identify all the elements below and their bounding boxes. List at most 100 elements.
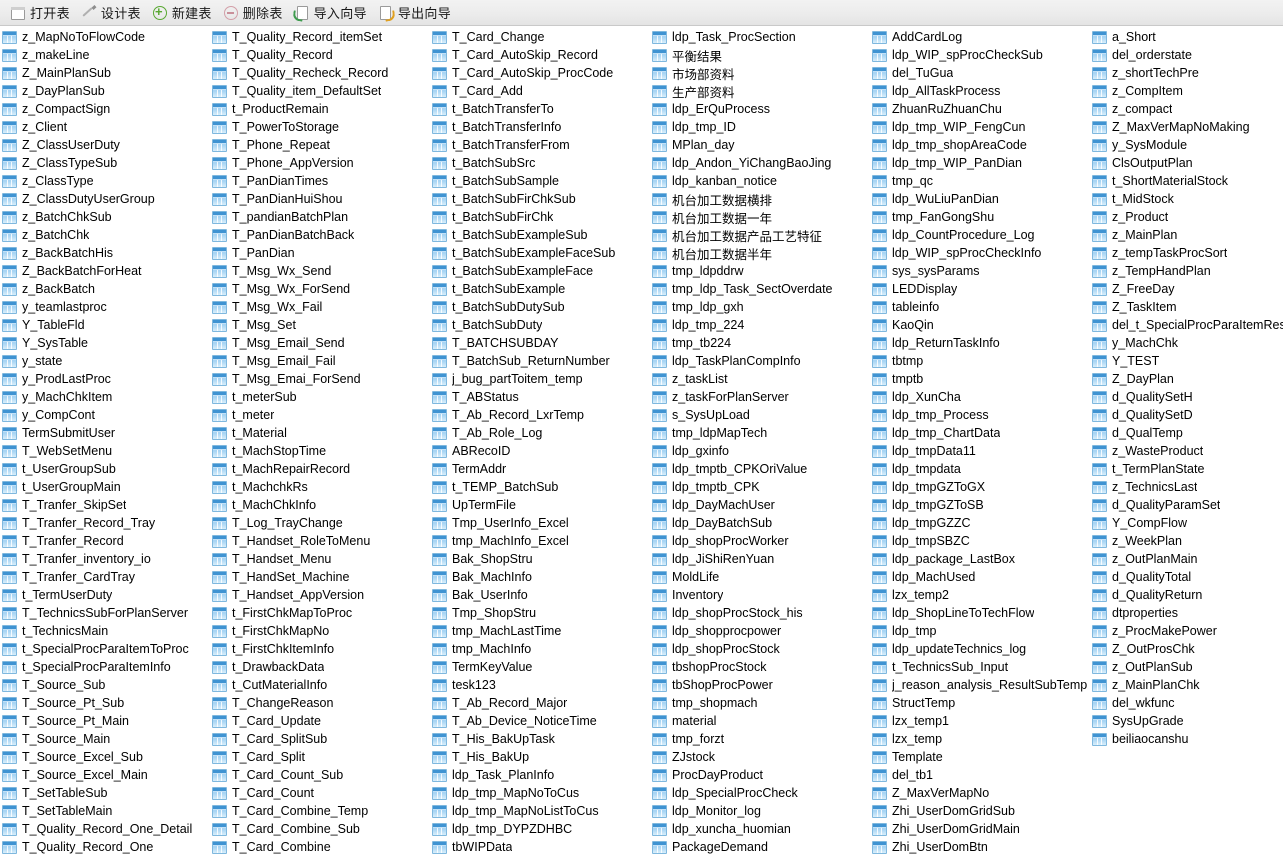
table-list-item[interactable]: z_taskForPlanServer <box>650 388 870 406</box>
table-list-item[interactable]: y_teamlastproc <box>0 298 220 316</box>
table-list-item[interactable]: t_MachChkInfo <box>210 496 430 514</box>
table-list-item[interactable]: ldp_tmptb_CPK <box>650 478 870 496</box>
table-list-item[interactable]: T_His_BakUp <box>430 748 650 766</box>
table-list-item[interactable]: Tmp_ShopStru <box>430 604 650 622</box>
table-list-item[interactable]: t_BatchTransferTo <box>430 100 650 118</box>
toolbar-button-delete-table[interactable]: 删除表 <box>219 1 290 25</box>
table-list-item[interactable]: T_Tranfer_Record <box>0 532 220 550</box>
table-list-item[interactable]: tmp_forzt <box>650 730 870 748</box>
table-list-item[interactable]: Y_SysTable <box>0 334 220 352</box>
table-list-item[interactable]: Z_ClassUserDuty <box>0 136 220 154</box>
table-list-item[interactable]: T_Handset_AppVersion <box>210 586 430 604</box>
table-list-item[interactable]: T_Card_Split <box>210 748 430 766</box>
table-list-item[interactable]: tableinfo <box>870 298 1090 316</box>
table-list-item[interactable]: tmp_MachLastTime <box>430 622 650 640</box>
table-list-item[interactable]: ldp_tmp_shopAreaCode <box>870 136 1090 154</box>
table-list-item[interactable]: ldp_JiShiRenYuan <box>650 550 870 568</box>
table-list-item[interactable]: T_Card_Count <box>210 784 430 802</box>
table-list-item[interactable]: 机台加工数据一年 <box>650 208 870 226</box>
table-list-item[interactable]: ldp_WuLiuPanDian <box>870 190 1090 208</box>
table-list-item[interactable]: T_BatchSub_ReturnNumber <box>430 352 650 370</box>
table-list-item[interactable]: T_ABStatus <box>430 388 650 406</box>
table-list-item[interactable]: tmp_ldp_gxh <box>650 298 870 316</box>
table-list-item[interactable]: ldp_tmp_MapNoListToCus <box>430 802 650 820</box>
table-list-item[interactable]: Z_FreeDay <box>1090 280 1283 298</box>
table-list-item[interactable]: T_PanDianTimes <box>210 172 430 190</box>
table-list-item[interactable]: ldp_Monitor_log <box>650 802 870 820</box>
table-list-item[interactable]: MoldLife <box>650 568 870 586</box>
table-list-item[interactable]: 生产部资料 <box>650 82 870 100</box>
table-list-item[interactable]: ldp_tmpData11 <box>870 442 1090 460</box>
table-list-item[interactable]: ldp_Task_PlanInfo <box>430 766 650 784</box>
table-list-item[interactable]: t_BatchSubExample <box>430 280 650 298</box>
table-list-item[interactable]: tmp_tb224 <box>650 334 870 352</box>
table-list-item[interactable]: z_MainPlanChk <box>1090 676 1283 694</box>
table-list-item[interactable]: dtproperties <box>1090 604 1283 622</box>
table-list-item[interactable]: z_CompItem <box>1090 82 1283 100</box>
table-list-item[interactable]: ldp_tmptb_CPKOriValue <box>650 460 870 478</box>
table-list-item[interactable]: t_FirstChkMapNo <box>210 622 430 640</box>
table-list-item[interactable]: T_Card_AutoSkip_Record <box>430 46 650 64</box>
table-list-item[interactable]: tmp_ldpddrw <box>650 262 870 280</box>
table-list-item[interactable]: z_BackBatchHis <box>0 244 220 262</box>
table-list-item[interactable]: t_TEMP_BatchSub <box>430 478 650 496</box>
table-list-item[interactable]: T_Ab_Device_NoticeTime <box>430 712 650 730</box>
table-list-item[interactable]: z_WasteProduct <box>1090 442 1283 460</box>
table-list-item[interactable]: tmp_FanGongShu <box>870 208 1090 226</box>
table-list-item[interactable]: t_CutMaterialInfo <box>210 676 430 694</box>
table-list-item[interactable]: T_BATCHSUBDAY <box>430 334 650 352</box>
table-list-item[interactable]: z_Client <box>0 118 220 136</box>
table-list-item[interactable]: T_Tranfer_CardTray <box>0 568 220 586</box>
table-list-item[interactable]: t_BatchSubSample <box>430 172 650 190</box>
table-list-item[interactable]: ldp_tmpdata <box>870 460 1090 478</box>
table-list-item[interactable]: T_Source_Excel_Sub <box>0 748 220 766</box>
table-list-item[interactable]: d_QualityTotal <box>1090 568 1283 586</box>
table-list-item[interactable]: t_BatchSubDutySub <box>430 298 650 316</box>
table-list-item[interactable]: T_Source_Main <box>0 730 220 748</box>
table-list-item[interactable]: T_Tranfer_SkipSet <box>0 496 220 514</box>
table-list-item[interactable]: ldp_updateTechnics_log <box>870 640 1090 658</box>
table-list-item[interactable]: T_PanDianHuiShou <box>210 190 430 208</box>
table-list-item[interactable]: t_ShortMaterialStock <box>1090 172 1283 190</box>
table-list-item[interactable]: lzx_temp1 <box>870 712 1090 730</box>
table-list-item[interactable]: T_Tranfer_Record_Tray <box>0 514 220 532</box>
table-list-item[interactable]: tesk123 <box>430 676 650 694</box>
table-list-item[interactable]: y_MachChk <box>1090 334 1283 352</box>
table-list-item[interactable]: 市场部资料 <box>650 64 870 82</box>
table-list-item[interactable]: t_TermUserDuty <box>0 586 220 604</box>
table-list-item[interactable]: ABRecoID <box>430 442 650 460</box>
table-list-item[interactable]: T_Card_SplitSub <box>210 730 430 748</box>
table-list-item[interactable]: Y_TableFld <box>0 316 220 334</box>
table-list-item[interactable]: Z_MainPlanSub <box>0 64 220 82</box>
table-list-item[interactable]: z_TechnicsLast <box>1090 478 1283 496</box>
table-list-item[interactable]: sys_sysParams <box>870 262 1090 280</box>
table-list-item[interactable]: T_Ab_Record_Major <box>430 694 650 712</box>
table-list-item[interactable]: ZhuanRuZhuanChu <box>870 100 1090 118</box>
table-list-item[interactable]: y_ProdLastProc <box>0 370 220 388</box>
table-list-item[interactable]: t_meter <box>210 406 430 424</box>
toolbar-button-new-table[interactable]: 新建表 <box>148 1 219 25</box>
table-list-item[interactable]: t_TermPlanState <box>1090 460 1283 478</box>
toolbar-button-export-wizard[interactable]: 导出向导 <box>374 1 458 25</box>
table-list-item[interactable]: T_Msg_Wx_Fail <box>210 298 430 316</box>
table-list-item[interactable]: T_TechnicsSubForPlanServer <box>0 604 220 622</box>
table-list-item[interactable]: Bak_MachInfo <box>430 568 650 586</box>
table-list-item[interactable]: T_PanDian <box>210 244 430 262</box>
table-list-item[interactable]: ldp_tmp_WIP_FengCun <box>870 118 1090 136</box>
table-list-item[interactable]: tmp_ldpMapTech <box>650 424 870 442</box>
table-list-item[interactable]: T_Card_Combine <box>210 838 430 856</box>
table-list-item[interactable]: z_WeekPlan <box>1090 532 1283 550</box>
table-list-item[interactable]: ldp_tmp_Process <box>870 406 1090 424</box>
table-list-item[interactable]: ldp_gxinfo <box>650 442 870 460</box>
table-list-item[interactable]: tmp_MachInfo_Excel <box>430 532 650 550</box>
table-list-item[interactable]: T_Card_Add <box>430 82 650 100</box>
table-list-item[interactable]: ldp_tmpSBZC <box>870 532 1090 550</box>
table-list-item[interactable]: tbWIPData <box>430 838 650 856</box>
table-list-item[interactable]: ldp_tmpGZToGX <box>870 478 1090 496</box>
table-list-item[interactable]: T_ChangeReason <box>210 694 430 712</box>
table-list-item[interactable]: ldp_tmpGZToSB <box>870 496 1090 514</box>
table-list-item[interactable]: PackageDemand <box>650 838 870 856</box>
table-list-item[interactable]: T_Msg_Set <box>210 316 430 334</box>
table-list-item[interactable]: t_SpecialProcParaItemToProc <box>0 640 220 658</box>
table-list-item[interactable]: Z_MaxVerMapNo <box>870 784 1090 802</box>
